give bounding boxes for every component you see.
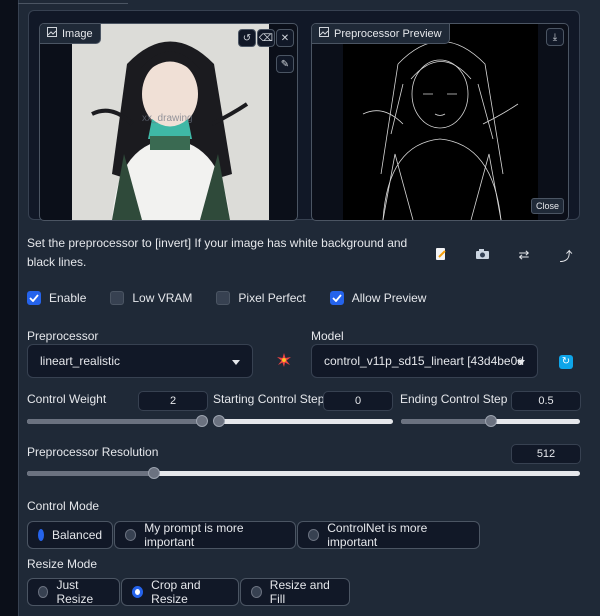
model-label: Model xyxy=(311,329,344,343)
webcam-button[interactable] xyxy=(472,245,492,265)
radio-label: Crop and Resize xyxy=(151,578,201,606)
clear-button[interactable]: ✕ xyxy=(276,29,294,47)
starting-step-label: Starting Control Step xyxy=(213,392,325,406)
resize-mode-group: Just Resize Crop and Resize Resize and F… xyxy=(27,578,351,606)
control-weight-label: Control Weight xyxy=(27,392,107,406)
resolution-slider[interactable] xyxy=(27,467,580,479)
swap-arrows-icon: ⇄ xyxy=(518,247,530,262)
ending-step-label: Ending Control Step xyxy=(400,392,508,406)
image-panel-title: Image xyxy=(62,27,93,40)
preprocessor-hint: Set the preprocessor to [invert] If your… xyxy=(27,236,408,269)
ending-step-slider[interactable] xyxy=(401,415,580,427)
brush-button[interactable]: ✎ xyxy=(276,55,294,73)
radio-label: My prompt is more important xyxy=(144,521,244,549)
radio-dot[interactable] xyxy=(38,529,44,541)
starting-step-input[interactable]: 0 xyxy=(323,391,393,411)
checkbox-label: Allow Preview xyxy=(351,291,427,305)
enable-checkbox[interactable]: Enable xyxy=(27,291,86,305)
resolution-input[interactable]: 512 xyxy=(511,444,581,464)
options-row: Enable Low VRAM Pixel Perfect Allow Prev… xyxy=(27,291,450,305)
run-preprocessor-button[interactable] xyxy=(275,352,293,370)
resize-mode-crop-resize[interactable]: Crop and Resize xyxy=(121,578,239,606)
preprocessor-value: lineart_realistic xyxy=(40,354,121,368)
explosion-icon xyxy=(277,352,291,370)
preprocessor-label: Preprocessor xyxy=(27,329,99,343)
send-dimensions-button[interactable]: ⤴ xyxy=(556,245,576,265)
radio-dot[interactable] xyxy=(308,529,320,541)
checkbox-label: Enable xyxy=(49,291,87,305)
radio-label: Just Resize xyxy=(56,578,94,606)
image-panel[interactable]: Image xx_drawing ↺ ⌫ ✕ ✎ xyxy=(39,23,298,221)
resize-mode-label: Resize Mode xyxy=(27,557,98,571)
refresh-models-button[interactable]: ↻ xyxy=(559,355,573,369)
curved-arrow-icon: ⤴ xyxy=(559,248,573,264)
model-value: control_v11p_sd15_lineart [43d4be0d xyxy=(324,354,524,368)
checkbox-label: Pixel Perfect xyxy=(238,291,306,305)
checkbox-box[interactable] xyxy=(110,291,125,305)
resize-mode-resize-fill[interactable]: Resize and Fill xyxy=(240,578,350,606)
image-icon xyxy=(319,27,329,40)
radio-dot[interactable] xyxy=(125,529,137,541)
tab-underline xyxy=(18,0,128,4)
ending-step-input[interactable]: 0.5 xyxy=(511,391,581,411)
eraser-icon: ⌫ xyxy=(258,32,274,44)
chevron-down-icon xyxy=(232,360,240,365)
camera-icon xyxy=(475,248,490,263)
radio-label: ControlNet is more important xyxy=(327,521,428,549)
checkbox-label: Low VRAM xyxy=(132,291,193,305)
radio-dot[interactable] xyxy=(38,586,49,598)
preview-panel-title: Preprocessor Preview xyxy=(334,27,442,40)
radio-label: Balanced xyxy=(52,528,103,542)
control-mode-group: Balanced My prompt is more important Con… xyxy=(27,521,481,549)
control-weight-slider[interactable] xyxy=(27,415,209,427)
radio-dot[interactable] xyxy=(132,586,144,598)
slider-fill xyxy=(27,471,155,476)
image-icon xyxy=(47,27,57,40)
starting-step-slider[interactable] xyxy=(213,415,393,427)
undo-icon: ↺ xyxy=(242,32,252,44)
erase-button[interactable]: ⌫ xyxy=(257,29,275,47)
preprocessor-dropdown[interactable]: lineart_realistic xyxy=(27,344,253,378)
low-vram-checkbox[interactable]: Low VRAM xyxy=(110,291,192,305)
resolution-label: Preprocessor Resolution xyxy=(27,445,159,459)
checkbox-box[interactable] xyxy=(27,291,41,305)
preview-close-button[interactable]: Close xyxy=(530,198,564,214)
edit-icon xyxy=(434,247,448,264)
slider-thumb[interactable] xyxy=(213,415,225,427)
resize-mode-just-resize[interactable]: Just Resize xyxy=(27,578,120,606)
image-watermark: xx_drawing xyxy=(142,113,193,124)
pixel-perfect-checkbox[interactable]: Pixel Perfect xyxy=(216,291,306,305)
edit-button[interactable] xyxy=(431,245,451,265)
allow-preview-checkbox[interactable]: Allow Preview xyxy=(329,291,427,305)
image-panel-label: Image xyxy=(40,24,101,44)
slider-track xyxy=(219,419,393,424)
slider-thumb[interactable] xyxy=(484,415,497,427)
close-icon: ✕ xyxy=(280,32,290,44)
control-mode-label: Control Mode xyxy=(27,499,100,513)
control-mode-balanced[interactable]: Balanced xyxy=(27,521,113,549)
control-mode-controlnet[interactable]: ControlNet is more important xyxy=(297,521,480,549)
slider-fill xyxy=(27,419,203,424)
preview-panel-label: Preprocessor Preview xyxy=(312,24,450,44)
slider-fill xyxy=(401,419,491,424)
lineart-preview-image xyxy=(343,24,538,220)
refresh-icon: ↻ xyxy=(561,356,571,367)
checkbox-box[interactable] xyxy=(216,291,231,305)
image-area: Image xx_drawing ↺ ⌫ ✕ ✎ Preprocessor Pr… xyxy=(28,10,580,221)
mirror-webcam-button[interactable]: ⇄ xyxy=(514,245,534,265)
control-weight-input[interactable]: 2 xyxy=(138,391,208,411)
download-icon: ⤓ xyxy=(552,31,558,43)
download-button[interactable]: ⤓ xyxy=(546,28,564,46)
slider-thumb[interactable] xyxy=(148,467,161,479)
radio-dot[interactable] xyxy=(251,586,262,598)
checkbox-box[interactable] xyxy=(329,291,344,305)
brush-icon: ✎ xyxy=(280,58,290,70)
model-dropdown[interactable]: control_v11p_sd15_lineart [43d4be0d xyxy=(311,344,538,378)
chevron-down-icon xyxy=(517,360,525,365)
undo-button[interactable]: ↺ xyxy=(238,29,256,47)
preprocessor-preview-panel: Preprocessor Preview ⤓ Close xyxy=(311,23,569,221)
control-mode-prompt[interactable]: My prompt is more important xyxy=(114,521,296,549)
radio-label: Resize and Fill xyxy=(269,578,330,606)
